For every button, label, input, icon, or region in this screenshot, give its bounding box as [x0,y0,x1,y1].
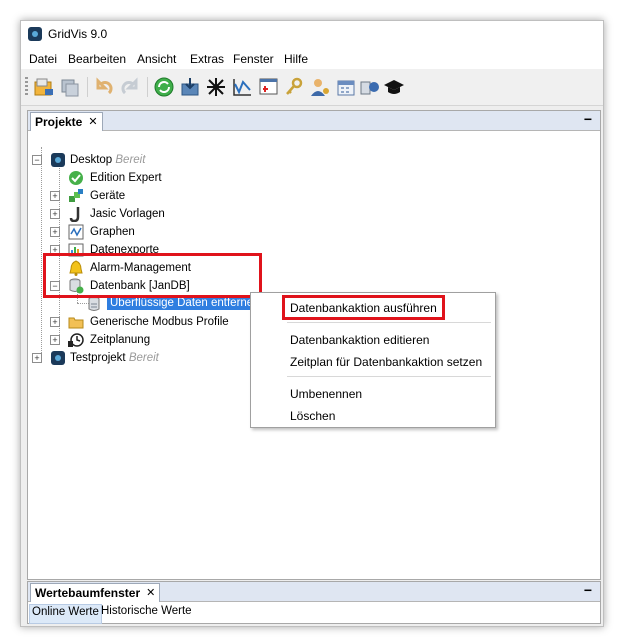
key-icon[interactable] [283,76,305,98]
collapse-toggle[interactable]: − [32,155,42,165]
tree-label: Edition Expert [90,172,162,184]
tab-online-werte[interactable]: Online Werte [29,604,102,624]
expand-toggle[interactable]: + [50,227,60,237]
expand-toggle[interactable]: + [50,191,60,201]
testprojekt-label: Testprojekt [70,352,126,364]
tree-line [41,147,42,363]
project-icon [51,153,65,167]
tab-historische-werte[interactable]: Historische Werte [99,604,194,622]
clock-icon [68,333,84,347]
tree-label-selected: Überflüssige Daten entfernen [107,296,263,310]
redo-icon[interactable] [119,76,141,98]
tree-label: Jasic Vorlagen [90,208,165,220]
highlight-box-ausfuehren [282,295,445,320]
menu-item-zeitplan-setzen[interactable]: Zeitplan für Datenbankaktion setzen [251,352,495,372]
tree-label: Graphen [90,226,135,238]
tab-wertebaumfenster-label: Wertebaumfenster [35,586,141,600]
desktop-status: Bereit [115,154,146,166]
expand-toggle[interactable]: + [50,335,60,345]
menu-item-label: Löschen [290,409,336,423]
menu-item-umbenennen[interactable]: Umbenennen [251,384,495,404]
title-bar: GridVis 9.0 [21,21,603,47]
tree-label: Generische Modbus Profile [90,316,229,328]
tree-label: Zeitplanung [90,334,151,346]
folder-icon [68,317,84,329]
toolbar-grip[interactable] [25,77,28,97]
toolbar-separator [87,77,88,97]
minimize-button[interactable]: − [584,582,592,598]
menu-hilfe[interactable]: Hilfe [284,52,308,66]
tab-wertebaumfenster[interactable]: Wertebaumfenster ✕ [30,583,161,602]
close-icon[interactable]: ✕ [88,116,97,128]
devices-icon[interactable] [359,76,381,98]
expand-toggle[interactable]: + [50,209,60,219]
projects-panel-header: Projekte ✕ − [28,111,600,131]
tab-projekte-label: Projekte [35,115,83,129]
tab-projekte[interactable]: Projekte ✕ [30,112,103,131]
academy-icon[interactable] [383,76,405,98]
menu-item-label: Zeitplan für Datenbankaktion setzen [290,355,483,369]
expand-toggle[interactable]: + [32,353,42,363]
expand-toggle[interactable]: + [50,317,60,327]
tree-label: Geräte [90,190,126,202]
menu-bearbeiten[interactable]: Bearbeiten [68,52,126,66]
new-project-icon[interactable] [33,76,55,98]
tree-label: Testprojekt Bereit [70,352,159,364]
values-panel-header: Wertebaumfenster ✕ − [28,582,600,602]
user-icon[interactable] [309,76,331,98]
menu-item-label: Datenbankaktion editieren [290,333,430,347]
minimize-button[interactable]: − [584,111,592,127]
calendar-icon[interactable] [335,76,357,98]
menu-item-label: Umbenennen [290,387,363,401]
menu-separator [287,322,491,323]
menu-separator [287,376,491,377]
devices-icon [69,189,83,202]
graph-icon [68,224,84,240]
check-icon [69,171,83,185]
highlight-box-datenbank [43,253,262,298]
toolbar-separator [147,77,148,97]
values-subtabs: Online Werte Historische Werte [28,602,600,624]
undo-icon[interactable] [93,76,115,98]
menu-item-loeschen[interactable]: Löschen [251,406,495,426]
database-action-icon [88,296,100,311]
desktop-label: Desktop [70,154,113,166]
menu-bar: Datei Bearbeiten Ansicht Extras Fenster … [21,47,603,69]
menu-extras[interactable]: Extras [190,52,224,66]
values-panel: Wertebaumfenster ✕ − Online Werte Histori… [27,581,601,624]
refresh-icon[interactable] [153,76,175,98]
tree-label: Desktop Bereit [70,154,145,166]
menu-fenster[interactable]: Fenster [233,52,274,66]
menu-ansicht[interactable]: Ansicht [137,52,176,66]
testprojekt-status: Bereit [128,352,159,364]
gridvis-logo-icon [28,27,42,41]
toolbar [21,69,603,106]
window-title: GridVis 9.0 [48,27,108,41]
project-icon [51,351,65,365]
report-icon[interactable] [257,76,279,98]
close-icon[interactable]: ✕ [146,587,155,599]
menu-item-datenbankaktion-editieren[interactable]: Datenbankaktion editieren [251,330,495,350]
jasic-icon [69,207,80,222]
save-icon[interactable] [59,76,81,98]
menu-datei[interactable]: Datei [29,52,57,66]
topology-icon[interactable] [205,76,227,98]
graph-icon[interactable] [231,76,253,98]
import-icon[interactable] [179,76,201,98]
